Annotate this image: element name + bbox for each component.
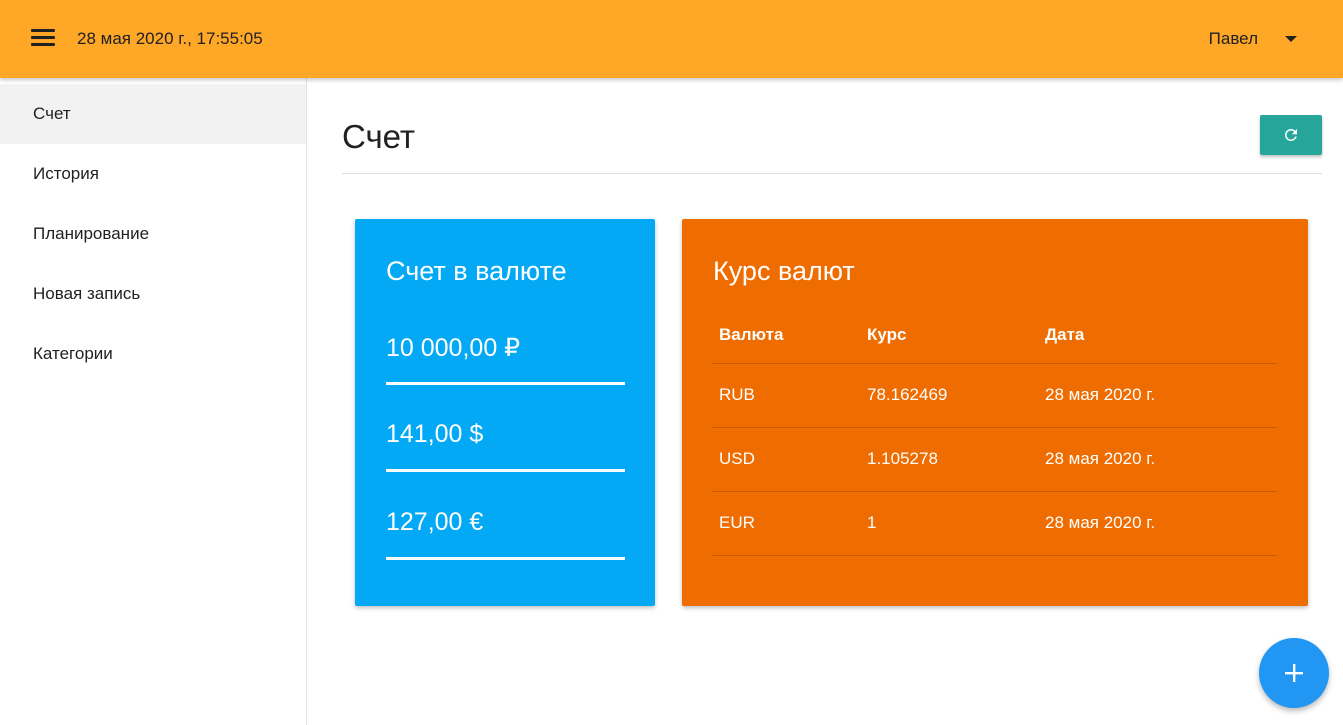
add-record-fab[interactable] (1259, 638, 1329, 708)
balance-card: Счет в валюте 10 000,00 ₽ 141,00 $ 127,0… (355, 219, 655, 606)
refresh-icon (1284, 128, 1297, 141)
cell-currency: EUR (712, 491, 860, 556)
title-divider (342, 173, 1322, 174)
rates-card-title: Курс валют (713, 256, 855, 286)
cell-currency: RUB (712, 363, 860, 428)
balance-usd: 141,00 $ (386, 420, 625, 472)
user-dropdown[interactable]: Павел (1209, 22, 1297, 56)
column-header-currency: Валюта (712, 307, 860, 364)
top-navbar: 28 мая 2020 г., 17:55:05 Павел (0, 0, 1343, 78)
refresh-button[interactable] (1260, 115, 1322, 155)
sidebar-item-planning[interactable]: Планирование (0, 204, 306, 264)
column-header-rate: Курс (860, 307, 1038, 364)
sidebar-item-history[interactable]: История (0, 144, 306, 204)
balance-eur: 127,00 € (386, 508, 625, 560)
column-header-date: Дата (1038, 307, 1277, 364)
sidebar-item-new-record[interactable]: Новая запись (0, 264, 306, 324)
hamburger-icon[interactable] (30, 27, 56, 49)
sidebar: Счет История Планирование Новая запись К… (0, 78, 307, 725)
rates-card: Курс валют Валюта Курс Дата RUB 78.16246… (682, 219, 1308, 606)
sidebar-item-categories[interactable]: Категории (0, 324, 306, 384)
sidebar-item-account[interactable]: Счет (0, 84, 306, 144)
plus-icon (1285, 664, 1303, 682)
cell-date: 28 мая 2020 г. (1038, 363, 1277, 428)
page-title: Счет (342, 118, 416, 155)
cell-date: 28 мая 2020 г. (1038, 427, 1277, 492)
balance-card-title: Счет в валюте (386, 256, 567, 286)
table-row: EUR 1 28 мая 2020 г. (712, 491, 1277, 556)
cell-rate: 1 (860, 491, 1038, 556)
cell-rate: 1.105278 (860, 427, 1038, 492)
user-name: Павел (1208, 29, 1258, 48)
main-content: Счет Счет в валюте 10 000,00 ₽ 141,00 $ … (307, 78, 1343, 725)
cell-rate: 78.162469 (860, 363, 1038, 428)
cell-date: 28 мая 2020 г. (1038, 491, 1277, 556)
table-row: RUB 78.162469 28 мая 2020 г. (712, 363, 1277, 428)
header-datetime: 28 мая 2020 г., 17:55:05 (77, 29, 263, 48)
balance-rub: 10 000,00 ₽ (386, 333, 625, 385)
rates-header-row: Валюта Курс Дата (712, 307, 1277, 364)
caret-down-icon (1285, 36, 1297, 42)
table-row: USD 1.105278 28 мая 2020 г. (712, 427, 1277, 492)
rates-table: Валюта Курс Дата RUB 78.162469 28 мая 20… (712, 307, 1277, 556)
cell-currency: USD (712, 427, 860, 492)
